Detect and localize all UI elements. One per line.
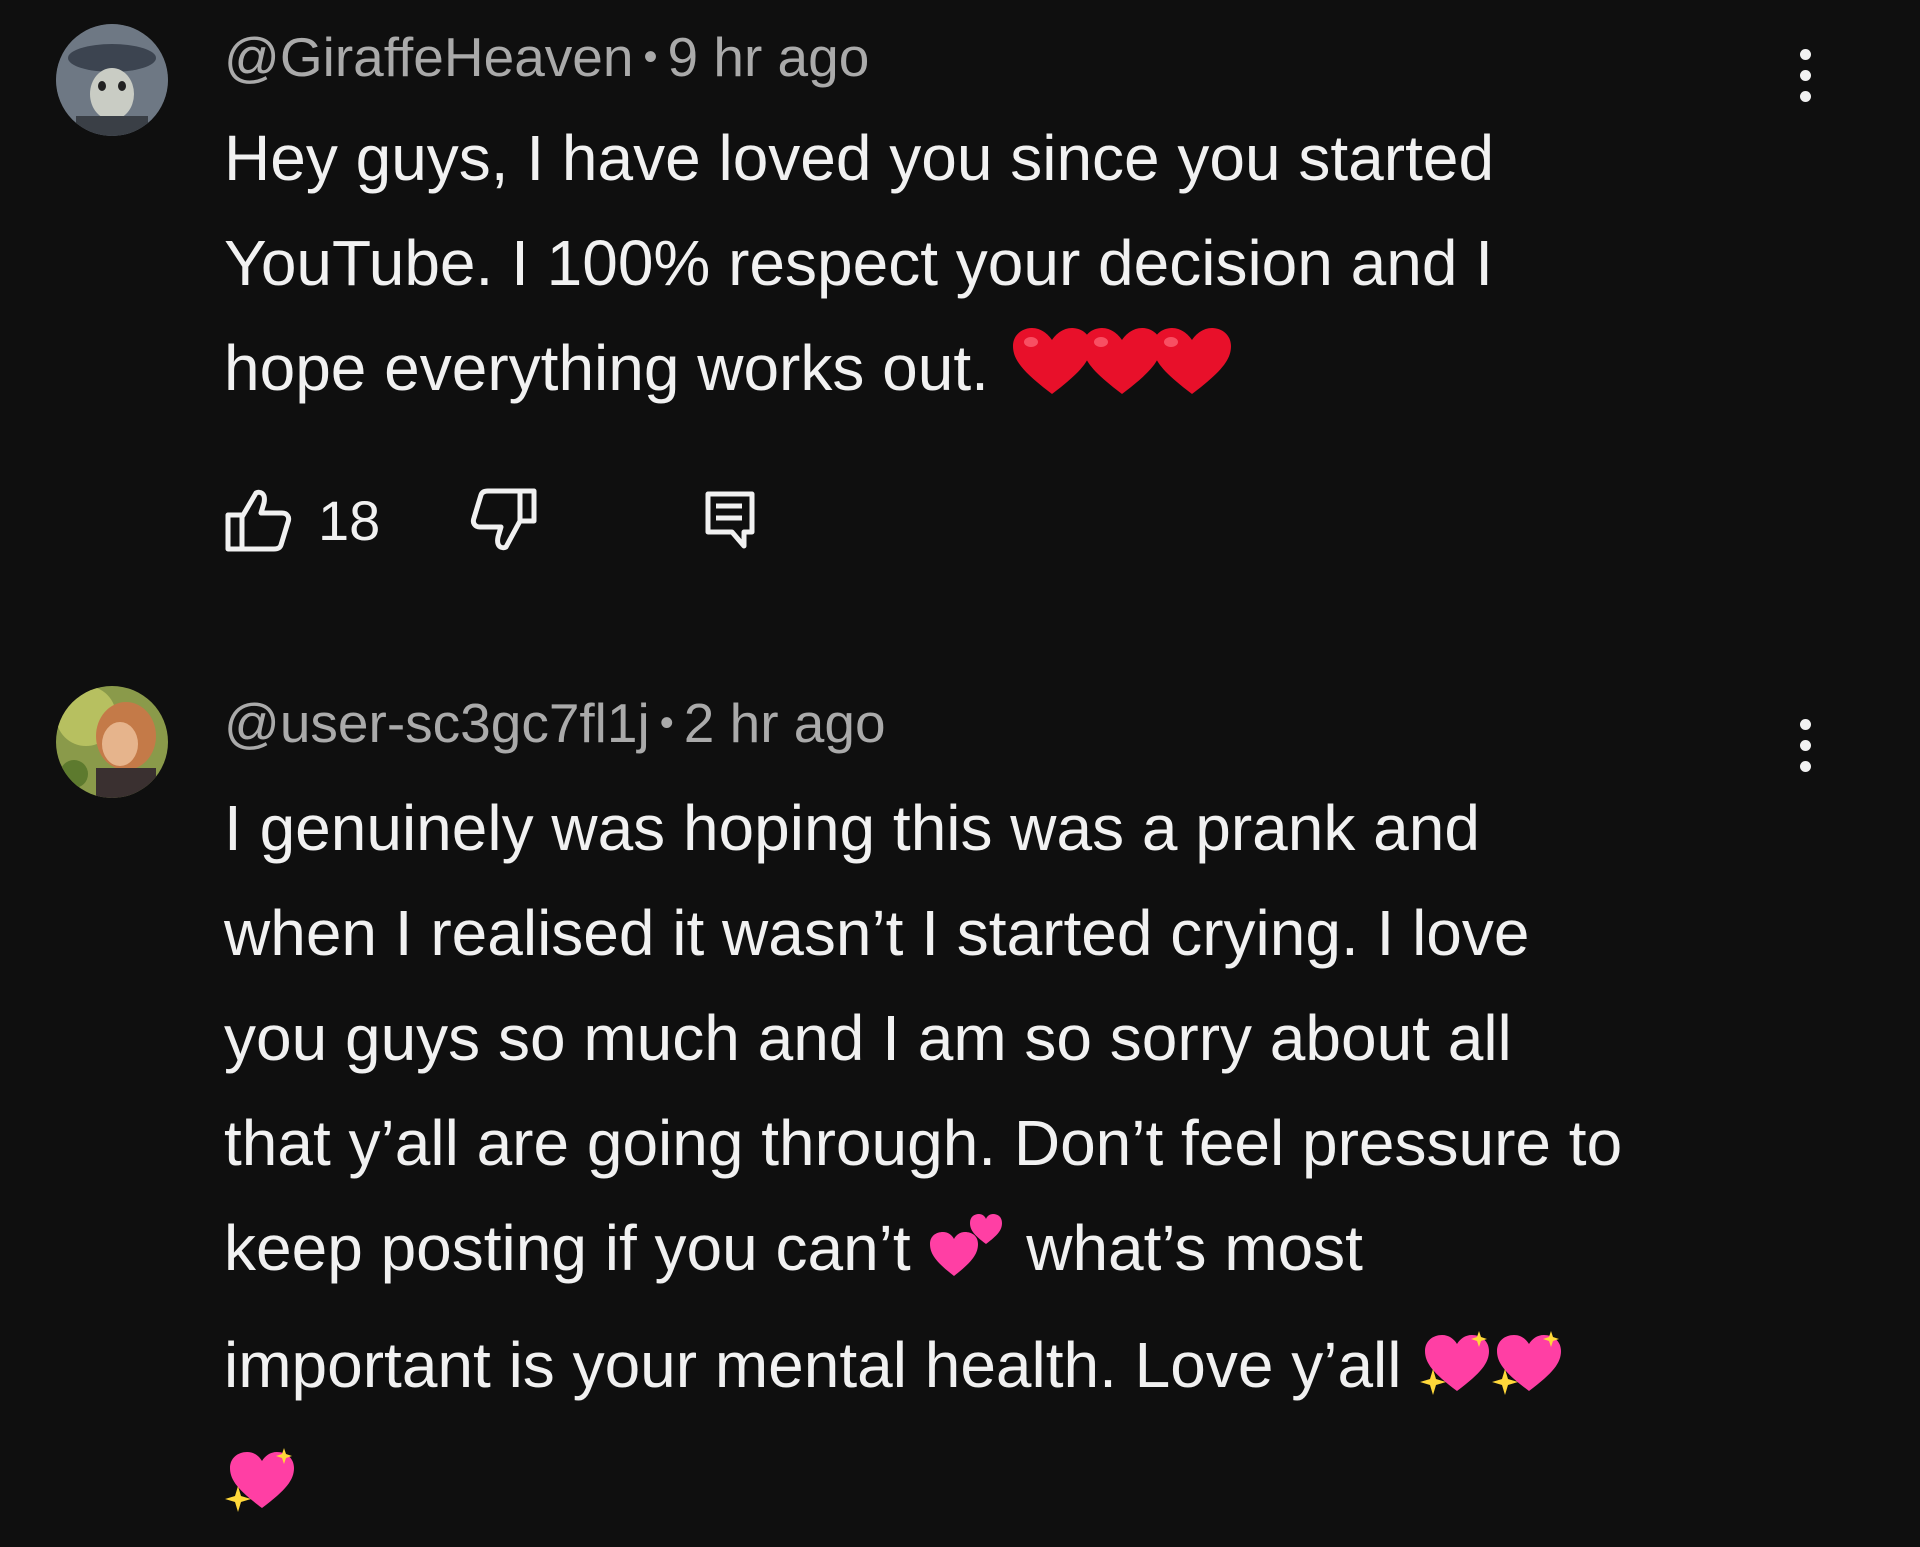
reply-button[interactable]	[704, 490, 756, 550]
avatar[interactable]	[56, 24, 168, 136]
sparkling-heart-icon	[224, 1442, 296, 1547]
separator-dot: •	[659, 701, 674, 745]
kebab-dot	[1799, 90, 1811, 102]
comment-line-text: keep posting if you can’t	[224, 1212, 911, 1284]
kebab-dot	[1799, 739, 1811, 751]
thumbs-up-icon	[224, 487, 292, 553]
comment-actions: 18	[224, 480, 846, 560]
comment-line-text: hope everything works out.	[224, 332, 989, 404]
like-count: 18	[318, 488, 381, 552]
comment-line: I genuinely was hoping this was a prank …	[224, 792, 1480, 864]
comment-header: @GiraffeHeaven • 9 hr ago	[224, 22, 869, 92]
red-heart-icon	[1151, 324, 1233, 429]
comment-author[interactable]: @user-sc3gc7fl1j	[224, 692, 650, 754]
like-button[interactable]: 18	[224, 487, 380, 553]
comment-line: important is your mental health. Love y’…	[224, 1313, 1824, 1430]
comment-line: you guys so much and I am so sorry about…	[224, 1002, 1512, 1074]
comment-line: keep posting if you can’t what’s most	[224, 1196, 1824, 1313]
comment-user-sc3gc7fl1j: @user-sc3gc7fl1j • 2 hr ago I genuinely wa…	[0, 660, 1920, 1537]
dislike-button[interactable]	[470, 487, 538, 553]
comment-line	[224, 1430, 1824, 1547]
thumbs-down-icon	[470, 487, 538, 553]
two-hearts-icon	[928, 1208, 1008, 1313]
comment-line: Hey guys, I have loved you since you sta…	[224, 122, 1495, 194]
comment-line: when I realised it wasn’t I started cryi…	[224, 897, 1530, 969]
kebab-dot	[1799, 69, 1811, 81]
comment-time: 2 hr ago	[683, 692, 886, 754]
comment-line: that y’all are going through. Don’t feel…	[224, 1107, 1623, 1179]
comment-author[interactable]: @GiraffeHeaven	[224, 26, 633, 88]
avatar[interactable]	[56, 686, 168, 798]
kebab-menu-icon	[1799, 718, 1811, 730]
sparkling-heart-icon	[1491, 1325, 1563, 1430]
kebab-menu-icon	[1799, 48, 1811, 60]
comment-line: YouTube. I 100% respect your decision an…	[224, 227, 1493, 299]
comment-text: Hey guys, I have loved you since you sta…	[224, 106, 1824, 429]
separator-dot: •	[643, 35, 658, 79]
comment-line: hope everything works out.	[224, 316, 1824, 429]
reply-icon	[704, 490, 756, 550]
sparkling-heart-icon	[1419, 1325, 1491, 1430]
kebab-dot	[1799, 760, 1811, 772]
comment-time: 9 hr ago	[667, 26, 870, 88]
comment-line-text: what’s most	[1026, 1212, 1363, 1284]
comment-line-text: important is your mental health. Love y’…	[224, 1329, 1402, 1401]
comment-header: @user-sc3gc7fl1j • 2 hr ago	[224, 688, 886, 758]
comment-text: I genuinely was hoping this was a prank …	[224, 776, 1824, 1547]
comment-giraffeheaven: @GiraffeHeaven • 9 hr ago Hey guys, I have…	[0, 0, 1920, 620]
